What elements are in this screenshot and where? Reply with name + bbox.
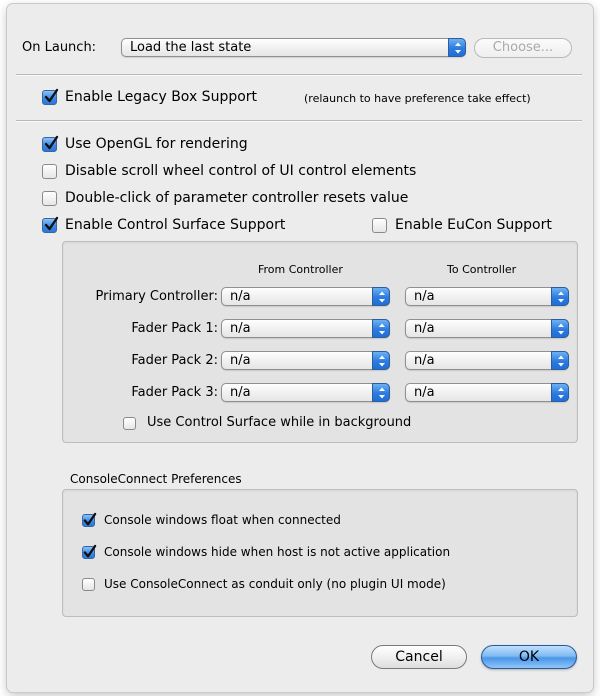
scroll-wheel-label: Disable scroll wheel control of UI contr…	[65, 163, 417, 179]
console-float-label: Console windows float when connected	[104, 513, 341, 527]
fader-pack-2-from-value: n/a	[230, 353, 251, 368]
primary-from-popup[interactable]: n/a	[221, 287, 390, 306]
on-launch-value: Load the last state	[130, 40, 252, 55]
fader-pack-2-to-value: n/a	[414, 353, 435, 368]
from-controller-header: From Controller	[258, 263, 343, 276]
cancel-button[interactable]: Cancel	[371, 645, 467, 669]
fader-pack-1-to-popup[interactable]: n/a	[405, 319, 569, 338]
fader-pack-3-to-popup[interactable]: n/a	[405, 383, 569, 402]
popup-arrows-icon	[372, 319, 390, 338]
primary-to-value: n/a	[414, 289, 435, 304]
separator	[16, 120, 582, 122]
double-click-checkbox[interactable]	[42, 191, 57, 206]
primary-from-value: n/a	[230, 289, 251, 304]
popup-arrows-icon	[551, 319, 569, 338]
fader-pack-1-to-value: n/a	[414, 321, 435, 336]
fader-pack-2-from-popup[interactable]: n/a	[221, 351, 390, 370]
primary-controller-label: Primary Controller:	[95, 289, 218, 304]
fader-pack-3-label: Fader Pack 3:	[131, 385, 218, 400]
control-surface-label: Enable Control Surface Support	[65, 217, 286, 233]
on-launch-label: On Launch:	[22, 40, 97, 55]
popup-arrows-icon	[372, 383, 390, 402]
conduit-only-label: Use ConsoleConnect as conduit only (no p…	[104, 577, 446, 591]
console-hide-label: Console windows hide when host is not ac…	[104, 545, 451, 559]
separator	[16, 74, 582, 76]
console-float-checkbox[interactable]	[82, 512, 97, 527]
fader-pack-1-label: Fader Pack 1:	[131, 321, 218, 336]
popup-arrows-icon	[551, 383, 569, 402]
fader-pack-2-to-popup[interactable]: n/a	[405, 351, 569, 370]
background-control-label: Use Control Surface while in background	[147, 415, 412, 430]
legacy-box-note: (relaunch to have preference take effect…	[304, 92, 531, 105]
background-control-checkbox[interactable]	[123, 417, 136, 430]
double-click-label: Double-click of parameter controller res…	[65, 190, 409, 206]
conduit-only-checkbox[interactable]	[82, 578, 95, 591]
primary-to-popup[interactable]: n/a	[405, 287, 569, 306]
opengl-label: Use OpenGL for rendering	[65, 136, 248, 152]
console-connect-title: ConsoleConnect Preferences	[70, 472, 242, 486]
ok-button[interactable]: OK	[481, 645, 577, 669]
on-launch-popup[interactable]: Load the last state	[121, 38, 466, 57]
fader-pack-3-from-value: n/a	[230, 385, 251, 400]
legacy-box-label: Enable Legacy Box Support	[65, 89, 258, 105]
popup-arrows-icon	[372, 351, 390, 370]
popup-arrows-icon	[551, 351, 569, 370]
fader-pack-1-from-value: n/a	[230, 321, 251, 336]
choose-button[interactable]: Choose...	[474, 38, 572, 58]
to-controller-header: To Controller	[447, 263, 517, 276]
control-surface-checkbox[interactable]	[42, 216, 59, 233]
legacy-box-checkbox[interactable]	[42, 88, 59, 105]
opengl-checkbox[interactable]	[42, 135, 59, 152]
fader-pack-3-from-popup[interactable]: n/a	[221, 383, 390, 402]
console-hide-checkbox[interactable]	[82, 544, 97, 559]
popup-arrows-icon	[551, 287, 569, 306]
popup-arrows-icon	[448, 38, 466, 57]
eucon-label: Enable EuCon Support	[395, 217, 552, 233]
eucon-checkbox[interactable]	[372, 218, 387, 233]
fader-pack-2-label: Fader Pack 2:	[131, 353, 218, 368]
popup-arrows-icon	[372, 287, 390, 306]
fader-pack-1-from-popup[interactable]: n/a	[221, 319, 390, 338]
fader-pack-3-to-value: n/a	[414, 385, 435, 400]
scroll-wheel-checkbox[interactable]	[42, 164, 57, 179]
